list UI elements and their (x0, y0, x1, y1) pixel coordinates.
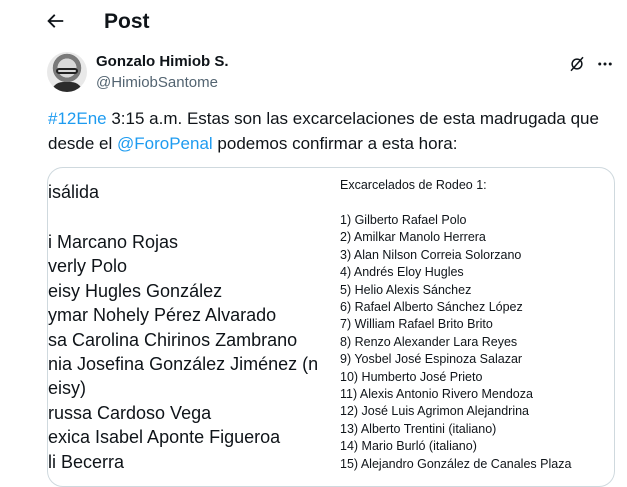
list-item: 1) Gilberto Rafael Polo (340, 213, 467, 227)
arrow-left-icon (47, 14, 64, 28)
avatar[interactable] (47, 52, 87, 92)
list-item: 12) José Luis Agrimon Alejandrina (340, 404, 530, 419)
author-handle[interactable]: @HimiobSantome (96, 74, 218, 91)
list-item: 10) Humberto José Prieto (340, 369, 483, 384)
author-name[interactable]: Gonzalo Himiob S. (96, 53, 229, 70)
list-item: 15) Alejandro González de Canales Plaza (340, 456, 572, 471)
post-image[interactable]: isálida i Marcano Rojas verly Polo eisy Hu… (47, 167, 615, 487)
list-item: 5) Helio Alexis Sánchez (340, 282, 472, 297)
list-item: 11) Alexis Antonio Rivero Mendoza (340, 387, 533, 402)
list-item: 2) Amilkar Manolo Herrera (340, 230, 486, 245)
list-item: 3) Alan Nilson Correia Solorzano (340, 247, 522, 262)
more-dots-icon[interactable] (596, 55, 614, 73)
list-item: 4) Andrés Eloy Hugles (340, 265, 464, 280)
list-item: 6) Rafael Alberto Sánchez López (340, 300, 523, 315)
list-item: verly Polo (48, 256, 128, 277)
grok-icon[interactable] (568, 55, 586, 73)
list-item: eisy Hugles González (48, 280, 223, 301)
list-item: li Becerra (48, 451, 125, 472)
list-item: 14) Mario Burló (italiano) (340, 439, 477, 454)
list-item: 9) Yosbel José Espinoza Salazar (340, 352, 523, 367)
post-text: #12Ene 3:15 a.m. Estas son las excarcela… (48, 106, 618, 156)
list-item: russa Cardoso Vega (48, 402, 212, 423)
list-item: 13) Alberto Trentini (italiano) (340, 421, 497, 436)
list-item: eisy) (48, 378, 87, 399)
list-item: exica Isabel Aponte Figueroa (48, 427, 281, 448)
page-title: Post (104, 10, 150, 33)
list-item: sa Carolina Chirinos Zambrano (48, 329, 298, 350)
image-left-column: isálida i Marcano Rojas verly Polo eisy Hu… (48, 168, 333, 486)
list-item: i Marcano Rojas (48, 232, 179, 252)
avatar-shirt (51, 82, 83, 92)
right-name-list: 1) Gilberto Rafael Polo 2) Amilkar Manolo… (340, 212, 571, 473)
left-name-list: i Marcano Rojas verly Polo eisy Hugles Gon… (48, 230, 318, 474)
list-item: 8) Renzo Alexander Lara Reyes (340, 334, 518, 349)
list-item: nia Josefina González Jiménez (n (48, 353, 319, 374)
list-item: 7) William Rafael Brito Brito (340, 317, 493, 332)
post-text-part-2: podemos confirmar a esta hora: (212, 134, 458, 153)
mention-link[interactable]: @ForoPenal (117, 134, 213, 153)
list-item: ymar Nohely Pérez Alvarado (48, 305, 277, 326)
avatar-glasses (56, 68, 78, 74)
post-header: Post (0, 0, 627, 48)
back-button[interactable] (44, 10, 74, 38)
right-list-title: Excarcelados de Rodeo 1: (340, 178, 487, 192)
hashtag-link[interactable]: #12Ene (48, 109, 107, 128)
image-right-column: Excarcelados de Rodeo 1: 1) Gilberto Raf… (340, 168, 614, 486)
left-list-title: isálida (48, 182, 100, 202)
